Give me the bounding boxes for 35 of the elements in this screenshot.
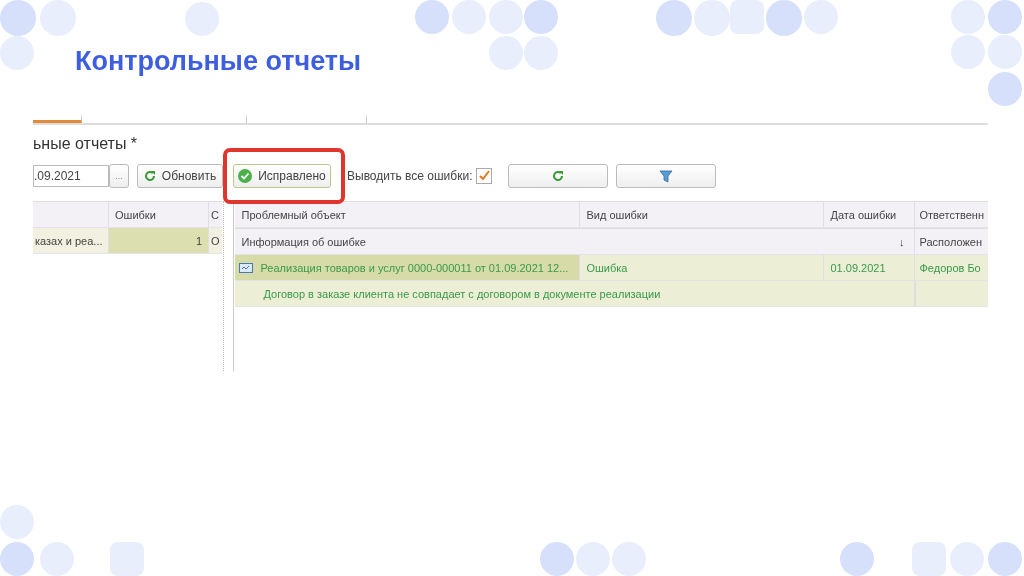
table-cell: 1 [109,228,209,254]
decoration-shape [0,542,34,576]
refresh-list-button[interactable] [508,164,609,188]
decoration-shape [540,542,574,576]
decoration-shape [656,0,692,36]
decoration-shape [988,542,1022,576]
form-title: ьные отчеты * [33,134,139,154]
document-icon [239,262,254,273]
decoration-shape [988,72,1022,106]
filter-button[interactable] [616,164,717,188]
decoration-shape [988,35,1022,69]
slide-title: Контрольные отчеты [75,46,362,77]
filter-icon [659,169,674,183]
decoration-shape [524,0,558,34]
splitter[interactable] [223,201,235,371]
table-row[interactable]: казах и реа... 1 О [33,228,222,254]
decoration-shape [766,0,802,36]
decoration-shape [415,0,449,34]
decoration-shape [988,0,1022,34]
fixed-button[interactable]: Исправлено [233,164,331,188]
checkmark-icon [478,170,491,182]
decoration-shape [489,0,523,34]
check-circle-icon [238,169,253,183]
show-all-checkbox[interactable] [476,168,493,184]
tab[interactable] [33,116,82,123]
decoration-shape [0,36,34,70]
refresh-icon [143,170,156,182]
table-cell: О [209,228,222,254]
refresh-icon [552,170,565,182]
decoration-shape [0,0,36,36]
refresh-button[interactable]: Обновить [137,164,223,188]
decoration-shape [840,542,874,576]
error-detail: Договор в заказе клиента не совпадает с договором в документе реализации [235,281,916,307]
show-all-label: Выводить все ошибки: [347,169,473,183]
date-field[interactable]: .09.2021 [33,165,109,187]
